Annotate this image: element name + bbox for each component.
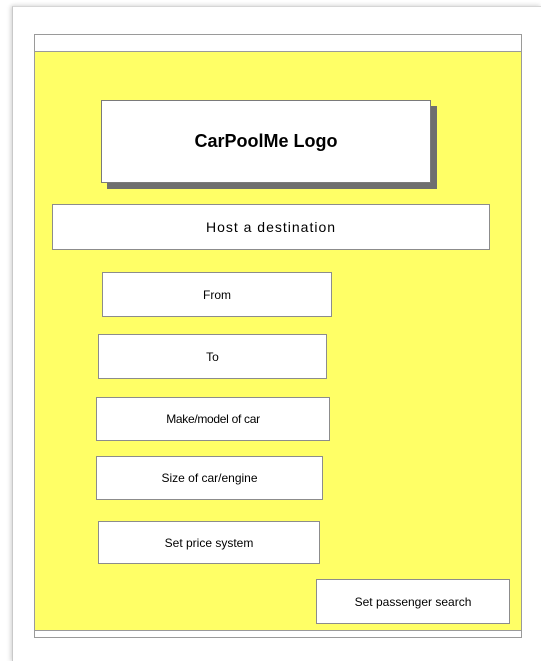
car-size-field[interactable]: Size of car/engine [96,456,323,500]
make-model-field[interactable]: Make/model of car [96,397,330,441]
host-destination-button[interactable]: Host a destination [52,204,490,250]
page: CarPoolMe Logo Host a destination From T… [0,0,541,661]
app-screen: CarPoolMe Logo Host a destination From T… [35,52,521,631]
passenger-search-button[interactable]: Set passenger search [316,579,510,624]
to-field[interactable]: To [98,334,327,379]
price-system-field[interactable]: Set price system [98,521,320,564]
phone-mockup: CarPoolMe Logo Host a destination From T… [34,34,522,638]
phone-top-bar [35,35,521,52]
app-logo: CarPoolMe Logo [101,100,431,183]
from-field[interactable]: From [102,272,332,317]
phone-bottom-bar [35,630,521,637]
